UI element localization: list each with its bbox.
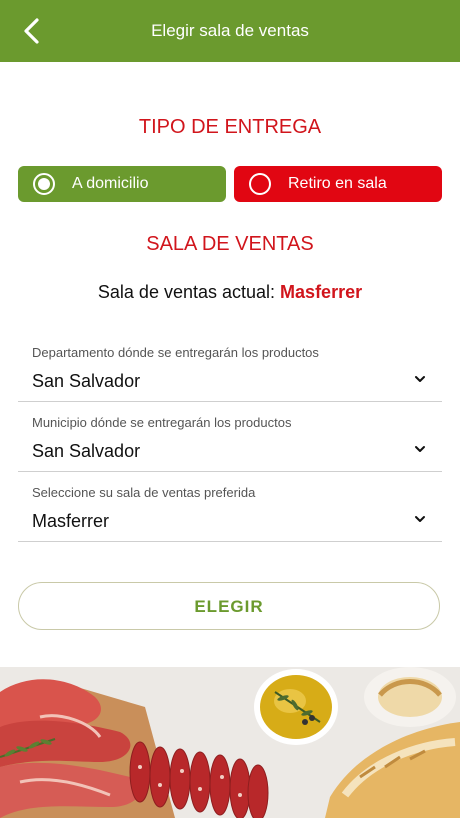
field-value: San Salvador bbox=[32, 371, 141, 391]
sales-room-select[interactable]: Seleccione su sala de ventas preferida M… bbox=[18, 483, 442, 542]
municipality-select[interactable]: Municipio dónde se entregarán los produc… bbox=[18, 413, 442, 472]
delivery-type-heading: TIPO DE ENTREGA bbox=[138, 116, 322, 138]
radio-unselected-icon bbox=[249, 173, 271, 195]
field-hint: Seleccione su sala de ventas preferida bbox=[32, 485, 256, 500]
option-retiro-en-sala[interactable]: Retiro en sala bbox=[234, 166, 442, 202]
radio-selected-icon bbox=[33, 173, 55, 195]
option-a-domicilio[interactable]: A domicilio bbox=[18, 166, 226, 202]
current-sales-room-value: Masferrer bbox=[280, 282, 363, 302]
top-bar: Elegir sala de ventas bbox=[0, 0, 460, 62]
chevron-down-icon bbox=[415, 446, 425, 452]
option-label: Retiro en sala bbox=[288, 175, 387, 192]
sales-room-heading: SALA DE VENTAS bbox=[146, 233, 314, 255]
field-hint: Municipio dónde se entregarán los produc… bbox=[32, 415, 292, 430]
field-hint: Departamento dónde se entregarán los pro… bbox=[32, 345, 319, 360]
current-sales-room: Sala de ventas actual: Masferrer bbox=[0, 282, 460, 303]
field-value: San Salvador bbox=[32, 441, 141, 461]
elegir-button[interactable]: ELEGIR bbox=[18, 582, 440, 630]
option-label: A domicilio bbox=[72, 175, 149, 192]
department-select[interactable]: Departamento dónde se entregarán los pro… bbox=[18, 343, 442, 402]
page-title: Elegir sala de ventas bbox=[151, 21, 309, 40]
chevron-down-icon bbox=[415, 376, 425, 382]
current-sales-room-label: Sala de ventas actual: bbox=[97, 282, 276, 302]
field-value: Masferrer bbox=[32, 511, 110, 531]
food-banner-image bbox=[0, 667, 460, 818]
chevron-down-icon bbox=[415, 516, 425, 522]
